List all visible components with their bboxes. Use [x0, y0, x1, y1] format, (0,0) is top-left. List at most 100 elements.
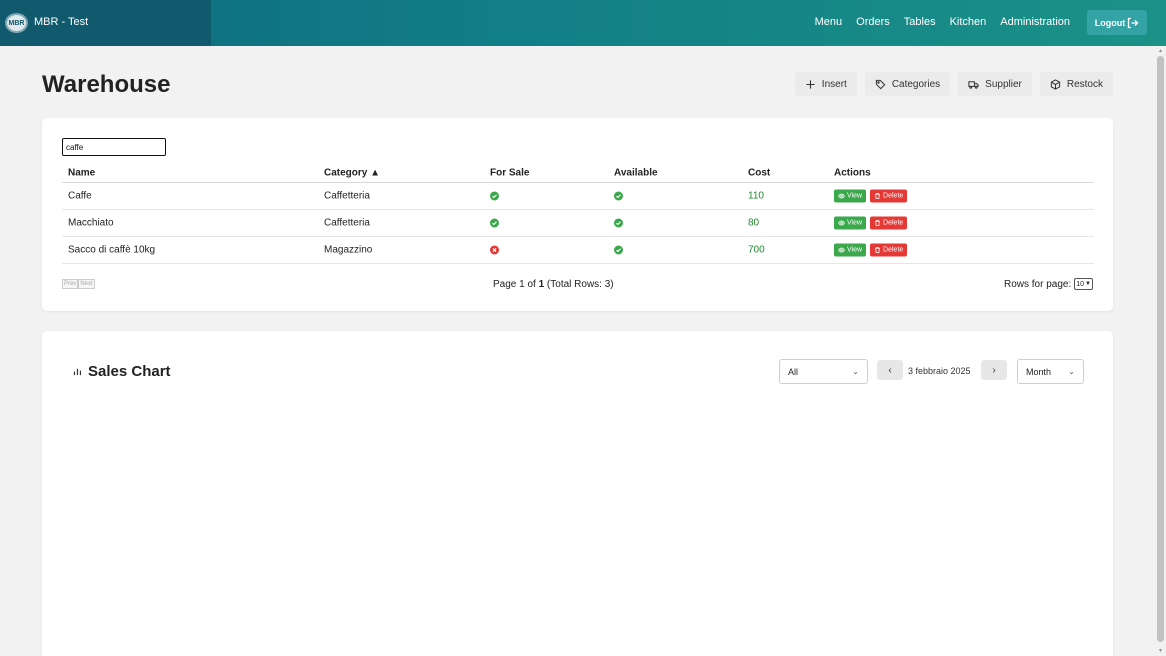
- trash-icon: [875, 192, 880, 200]
- delete-label: Delete: [883, 192, 904, 200]
- page-info: Page 1 of 1 (Total Rows: 3): [493, 279, 614, 290]
- brand-logo[interactable]: MBR: [5, 13, 28, 33]
- nav-link-orders[interactable]: Orders: [856, 16, 890, 28]
- prev-date-button[interactable]: ‹: [877, 360, 903, 380]
- for-sale-status: [490, 218, 499, 228]
- chevron-down-icon: ⌄: [852, 367, 859, 376]
- header-actions: Insert Categories Supplier Restock: [794, 72, 1113, 96]
- insert-label: Insert: [821, 78, 847, 90]
- nav-link-menu[interactable]: Menu: [815, 16, 843, 28]
- trash-icon: [875, 219, 880, 227]
- rows-per-page-select[interactable]: 10 ▼: [1074, 278, 1093, 290]
- check-circle-icon: [490, 218, 499, 228]
- brand-area: MBR MBR - Test: [0, 0, 211, 46]
- warehouse-table-card: Name Category ▲ For Sale Available Cost …: [42, 118, 1113, 311]
- current-date-label: 3 febbraio 2025: [908, 366, 971, 376]
- period-value: Month: [1026, 366, 1052, 377]
- categories-label: Categories: [891, 78, 941, 90]
- prev-page-button[interactable]: Prev: [62, 279, 79, 289]
- row-actions: View Delete: [834, 243, 908, 257]
- rows-per-page: Rows for page: 10 ▼: [1004, 278, 1093, 290]
- nav-link-tables[interactable]: Tables: [904, 16, 936, 28]
- delete-label: Delete: [883, 219, 904, 227]
- restock-label: Restock: [1066, 78, 1103, 90]
- nav-link-administration[interactable]: Administration: [1000, 16, 1070, 28]
- brand-title[interactable]: MBR - Test: [34, 16, 88, 28]
- cell-cost: 110: [748, 190, 764, 202]
- product-filter-select[interactable]: All ⌄: [779, 359, 868, 384]
- logout-button[interactable]: Logout: [1087, 10, 1147, 35]
- table-row: Sacco di caffè 10kg Magazzino 700 View D…: [62, 237, 1094, 264]
- plus-icon: [806, 79, 815, 89]
- check-circle-icon: [490, 191, 499, 201]
- pager-buttons: Prev Next: [62, 279, 95, 289]
- eye-icon: [838, 247, 845, 253]
- column-header-available[interactable]: Available: [614, 167, 658, 178]
- warehouse-table: Name Category ▲ For Sale Available Cost …: [62, 163, 1094, 264]
- truck-icon: [968, 80, 979, 89]
- eye-icon: [838, 220, 845, 226]
- rows-per-page-value: 10: [1076, 280, 1085, 288]
- column-header-actions: Actions: [834, 167, 871, 178]
- next-page-button[interactable]: Next: [78, 279, 95, 289]
- for-sale-status: [490, 245, 499, 255]
- table-row: Caffe Caffetteria 110 View Delete: [62, 183, 1094, 210]
- rows-per-page-label: Rows for page:: [1003, 278, 1072, 290]
- sales-chart-card: Sales Chart All ⌄ ‹ 3 febbraio 2025 › Mo…: [42, 331, 1113, 656]
- cell-name: Caffe: [68, 190, 92, 202]
- column-header-cost[interactable]: Cost: [748, 167, 770, 178]
- page-title: Warehouse: [42, 71, 171, 98]
- trash-icon: [875, 246, 880, 254]
- chevron-down-icon: ⌄: [1068, 367, 1075, 376]
- available-status: [614, 245, 623, 255]
- tag-icon: [875, 79, 886, 89]
- table-row: Macchiato Caffetteria 80 View Delete: [62, 210, 1094, 237]
- delete-button[interactable]: Delete: [870, 243, 908, 257]
- insert-button[interactable]: Insert: [794, 72, 857, 96]
- view-button[interactable]: View: [834, 243, 867, 257]
- delete-label: Delete: [883, 246, 904, 254]
- view-button[interactable]: View: [834, 216, 867, 230]
- nav-link-kitchen[interactable]: Kitchen: [950, 16, 987, 28]
- available-status: [614, 191, 623, 201]
- supplier-button[interactable]: Supplier: [958, 72, 1032, 96]
- delete-button[interactable]: Delete: [870, 216, 908, 230]
- sales-chart-title: Sales Chart: [73, 363, 171, 380]
- sales-chart-title-text: Sales Chart: [88, 363, 171, 380]
- view-label: View: [847, 192, 863, 200]
- period-select[interactable]: Month ⌄: [1017, 359, 1084, 384]
- categories-button[interactable]: Categories: [864, 72, 951, 96]
- bar-chart-icon: [73, 368, 82, 376]
- page-info-suffix: (Total Rows: 3): [544, 279, 614, 290]
- check-circle-icon: [614, 191, 623, 201]
- top-navbar: MBR MBR - Test Menu Orders Tables Kitche…: [0, 0, 1166, 46]
- cell-category: Caffetteria: [324, 217, 370, 229]
- column-header-for-sale[interactable]: For Sale: [490, 167, 529, 178]
- product-filter-value: All: [788, 366, 799, 377]
- search-input[interactable]: [62, 138, 166, 156]
- delete-button[interactable]: Delete: [870, 189, 908, 203]
- logout-icon: [1128, 17, 1139, 28]
- view-button[interactable]: View: [834, 189, 867, 203]
- scroll-down-icon[interactable]: ▼: [1158, 648, 1163, 654]
- next-date-button[interactable]: ›: [981, 360, 1007, 380]
- chevron-down-icon: ▼: [1085, 281, 1091, 287]
- nav-links: Menu Orders Tables Kitchen Administratio…: [815, 16, 1070, 28]
- scroll-up-icon[interactable]: ▲: [1158, 48, 1163, 54]
- page-scrollbar[interactable]: ▲ ▼: [1155, 46, 1166, 656]
- column-header-name[interactable]: Name: [68, 167, 95, 178]
- logout-label: Logout: [1094, 17, 1126, 28]
- scroll-thumb[interactable]: [1157, 56, 1164, 642]
- cell-name: Sacco di caffè 10kg: [68, 244, 156, 256]
- table-header-row: Name Category ▲ For Sale Available Cost …: [62, 163, 1094, 183]
- package-icon: [1050, 78, 1061, 90]
- cell-cost: 80: [748, 217, 760, 229]
- for-sale-status: [490, 191, 499, 201]
- column-header-category[interactable]: Category ▲: [324, 167, 380, 178]
- cell-name: Macchiato: [68, 217, 114, 229]
- restock-button[interactable]: Restock: [1039, 72, 1113, 96]
- supplier-label: Supplier: [985, 78, 1022, 90]
- check-circle-icon: [614, 245, 623, 255]
- row-actions: View Delete: [834, 189, 908, 203]
- view-label: View: [847, 246, 863, 254]
